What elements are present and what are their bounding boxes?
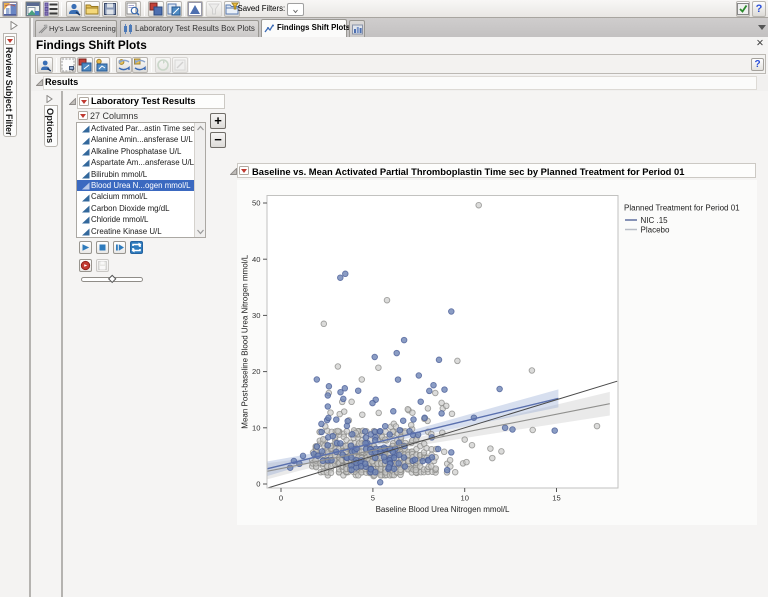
svg-text:50: 50 (252, 199, 260, 208)
svg-text:Baseline Blood Urea Nitrogen m: Baseline Blood Urea Nitrogen mmol/L (376, 505, 510, 514)
svg-text:Planned Treatment for Period 0: Planned Treatment for Period 01 (624, 204, 740, 213)
svg-text:30: 30 (252, 311, 260, 320)
svg-text:5: 5 (371, 494, 375, 503)
svg-text:10: 10 (460, 494, 468, 503)
svg-text:0: 0 (279, 494, 283, 503)
svg-text:0: 0 (256, 480, 260, 489)
svg-text:Placebo: Placebo (641, 225, 670, 234)
svg-text:20: 20 (252, 367, 260, 376)
svg-text:40: 40 (252, 255, 260, 264)
svg-text:Mean Post-baseline Blood Urea: Mean Post-baseline Blood Urea Nitrogen m… (241, 254, 250, 428)
svg-text:15: 15 (552, 494, 560, 503)
svg-text:NIC .15: NIC .15 (641, 216, 669, 225)
svg-text:10: 10 (252, 423, 260, 432)
